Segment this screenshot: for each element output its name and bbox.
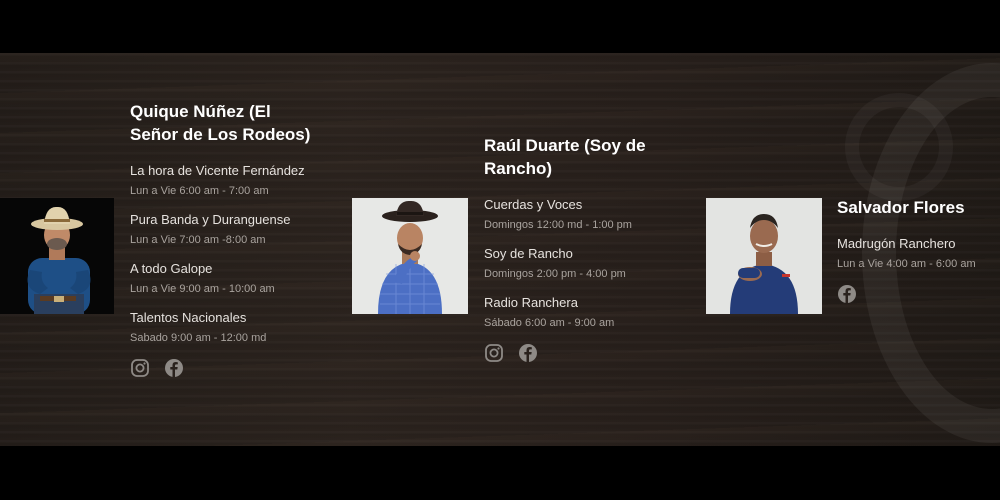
host-photo-salvador-flores — [706, 198, 822, 314]
host-name: Quique Núñez (El Señor de Los Rodeos) — [130, 102, 311, 144]
social-links — [837, 284, 997, 304]
facebook-icon[interactable] — [837, 284, 857, 304]
social-links — [130, 358, 320, 378]
social-links — [484, 343, 674, 363]
show-item: A todo Galope Lun a Vie 9:00 am - 10:00 … — [130, 260, 320, 297]
host-photo-quique-nunez — [0, 198, 114, 314]
instagram-icon[interactable] — [484, 343, 504, 363]
facebook-icon[interactable] — [164, 358, 184, 378]
show-item: Madrugón Ranchero Lun a Vie 4:00 am - 6:… — [837, 235, 997, 272]
show-title: Radio Ranchera — [484, 295, 578, 310]
show-item: Talentos Nacionales Sabado 9:00 am - 12:… — [130, 309, 320, 346]
show-title: Cuerdas y Voces — [484, 197, 583, 212]
show-title: A todo Galope — [130, 261, 213, 276]
show-item: La hora de Vicente Fernández Lun a Vie 6… — [130, 162, 320, 199]
show-time: Lun a Vie 7:00 am -8:00 am — [130, 234, 266, 246]
show-item: Soy de Rancho Domingos 2:00 pm - 4:00 pm — [484, 245, 674, 282]
host-photo-raul-duarte — [352, 198, 468, 314]
horseshoe-watermark-detail — [845, 93, 953, 201]
show-title: Madrugón Ranchero — [837, 236, 956, 251]
show-time: Sábado 6:00 am - 9:00 am — [484, 317, 615, 329]
show-time: Sabado 9:00 am - 12:00 md — [130, 332, 267, 344]
show-item: Radio Ranchera Sábado 6:00 am - 9:00 am — [484, 294, 674, 331]
host-card-raul-duarte: Raúl Duarte (Soy de Rancho) Cuerdas y Vo… — [484, 134, 674, 363]
host-card-quique-nunez: Quique Núñez (El Señor de Los Rodeos) La… — [130, 100, 320, 378]
host-name: Raúl Duarte (Soy de Rancho) — [484, 136, 646, 178]
show-title: La hora de Vicente Fernández — [130, 163, 305, 178]
instagram-icon[interactable] — [130, 358, 150, 378]
show-title: Talentos Nacionales — [130, 310, 247, 325]
show-time: Domingos 2:00 pm - 4:00 pm — [484, 268, 626, 280]
show-time: Domingos 12:00 md - 1:00 pm — [484, 219, 632, 231]
host-name: Salvador Flores — [837, 198, 965, 217]
show-title: Pura Banda y Duranguense — [130, 212, 291, 227]
show-time: Lun a Vie 6:00 am - 7:00 am — [130, 185, 269, 197]
show-title: Soy de Rancho — [484, 246, 573, 261]
show-item: Pura Banda y Duranguense Lun a Vie 7:00 … — [130, 211, 320, 248]
facebook-icon[interactable] — [518, 343, 538, 363]
show-time: Lun a Vie 9:00 am - 10:00 am — [130, 283, 275, 295]
show-item: Cuerdas y Voces Domingos 12:00 md - 1:00… — [484, 196, 674, 233]
host-card-salvador-flores: Salvador Flores Madrugón Ranchero Lun a … — [837, 196, 997, 304]
show-time: Lun a Vie 4:00 am - 6:00 am — [837, 258, 976, 270]
